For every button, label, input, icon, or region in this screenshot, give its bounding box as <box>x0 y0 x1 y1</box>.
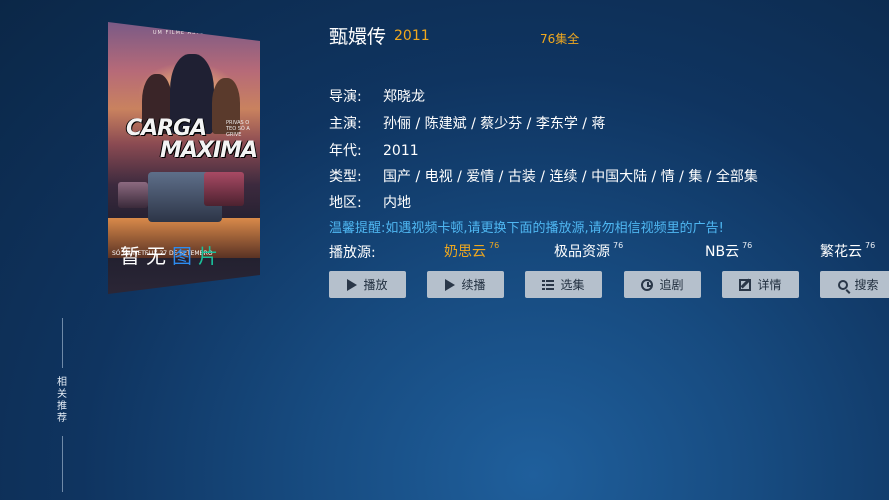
details-button[interactable]: 详情 <box>722 271 799 298</box>
source-item-naisi[interactable]: 奶思云 76 <box>444 241 499 261</box>
source-count: 76 <box>742 241 753 250</box>
edit-icon <box>739 278 752 291</box>
cast-value: 孙俪 / 陈建斌 / 蔡少芬 / 李东学 / 蒋 <box>383 116 606 132</box>
poster-truck <box>118 182 148 208</box>
genre-row: 类型: 国产 / 电视 / 爱情 / 古装 / 连续 / 中国大陆 / 情 / 集… <box>329 166 758 186</box>
director-value: 郑晓龙 <box>383 89 425 105</box>
source-item-fanhua[interactable]: 繁花云 76 <box>820 241 875 261</box>
poster-title-line2: MAXIMA <box>160 138 258 163</box>
no-image-char: 图 <box>172 244 198 268</box>
cast-row: 主演: 孙俪 / 陈建斌 / 蔡少芬 / 李东学 / 蒋 <box>329 113 605 133</box>
search-button[interactable]: 搜索 <box>820 271 889 298</box>
era-label: 年代: <box>329 143 362 159</box>
source-name: NB云 <box>705 244 740 260</box>
side-divider-top <box>62 318 63 368</box>
follow-label: 追剧 <box>659 278 684 292</box>
search-label: 搜索 <box>854 278 879 292</box>
play-button[interactable]: 播放 <box>329 271 406 298</box>
no-image-char: 无 <box>146 244 172 268</box>
source-name: 繁花云 <box>820 244 862 260</box>
play-label: 播放 <box>363 278 388 292</box>
source-name: 极品资源 <box>554 244 610 260</box>
source-name: 奶思云 <box>444 244 486 260</box>
source-count: 76 <box>865 241 876 250</box>
no-image-char: 片 <box>198 244 224 268</box>
episode-count: 76集全 <box>540 32 580 46</box>
region-row: 地区: 内地 <box>329 192 411 212</box>
source-item-nb[interactable]: NB云 76 <box>705 241 752 261</box>
resume-button[interactable]: 续播 <box>427 271 504 298</box>
source-item-jipin[interactable]: 极品资源 76 <box>554 241 623 261</box>
poster-image: UM FILME ASTELIA CARGA MAXIMA PRIVAS O T… <box>108 22 260 294</box>
episodes-label: 选集 <box>560 278 585 292</box>
clock-icon <box>641 278 654 291</box>
show-title: 甄嬛传 <box>329 26 387 48</box>
cast-label: 主演: <box>329 116 362 132</box>
region-value: 内地 <box>383 195 411 211</box>
poster-tagline: PRIVAS O TEO SÓ A GRIVE <box>226 120 250 138</box>
episodes-button[interactable]: 选集 <box>525 271 602 298</box>
play-icon <box>347 278 358 291</box>
poster-studio: UM FILME ASTELIA <box>152 30 216 36</box>
source-label: 播放源: <box>329 245 376 261</box>
genre-value: 国产 / 电视 / 爱情 / 古装 / 连续 / 中国大陆 / 情 / 集 / … <box>383 169 758 185</box>
director-row: 导演: 郑晓龙 <box>329 86 425 106</box>
source-count: 76 <box>489 241 500 250</box>
play-icon <box>445 278 456 291</box>
no-image-overlay: 暂无图片 <box>120 240 224 269</box>
genre-label: 类型: <box>329 169 362 185</box>
search-icon <box>838 279 849 290</box>
show-year: 2011 <box>394 28 430 44</box>
related-tab[interactable]: 相关推荐 <box>56 377 68 425</box>
era-value: 2011 <box>383 143 419 159</box>
resume-label: 续播 <box>461 278 486 292</box>
poster[interactable]: UM FILME ASTELIA CARGA MAXIMA PRIVAS O T… <box>108 22 260 294</box>
follow-button[interactable]: 追剧 <box>624 271 701 298</box>
side-divider-bottom <box>62 436 63 492</box>
no-image-char: 暂 <box>120 244 146 268</box>
region-label: 地区: <box>329 195 362 211</box>
source-count: 76 <box>613 241 624 250</box>
era-row: 年代: 2011 <box>329 140 419 160</box>
warning-tip: 温馨提醒:如遇视频卡顿,请更换下面的播放源,请勿相信视频里的广告! <box>329 221 724 236</box>
poster-truck <box>204 172 244 206</box>
director-label: 导演: <box>329 89 362 105</box>
details-label: 详情 <box>757 278 782 292</box>
list-icon <box>542 278 555 291</box>
